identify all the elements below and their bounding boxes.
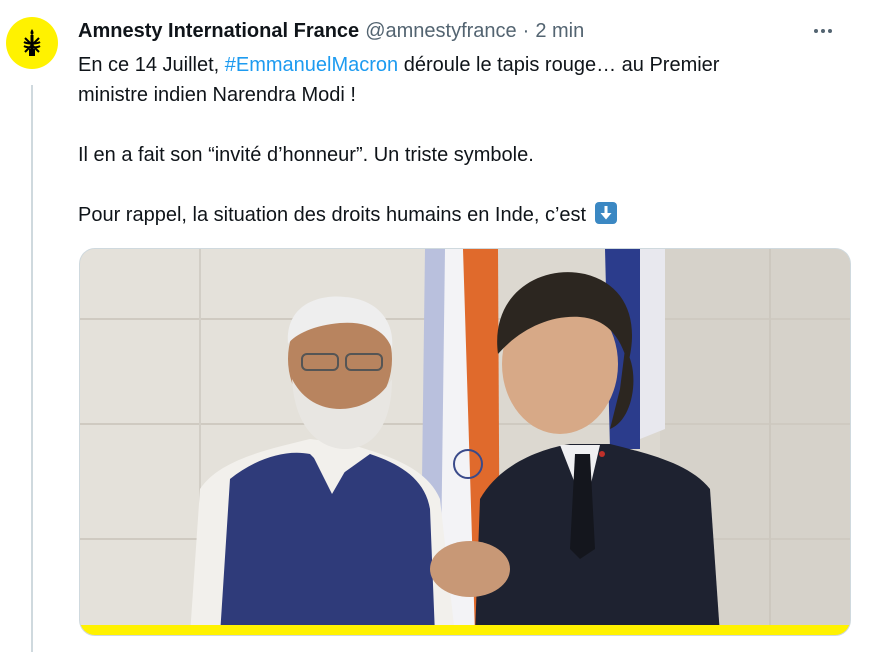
avatar[interactable]: [6, 17, 58, 69]
user-handle[interactable]: @amnestyfrance: [365, 20, 516, 43]
down-arrow-emoji-icon: [594, 202, 617, 224]
timestamp[interactable]: 2 min: [535, 20, 584, 43]
more-options-button[interactable]: [806, 16, 840, 46]
more-options-icon: [828, 29, 832, 33]
thread-connector-line: [31, 85, 33, 652]
tweet-text-part1: En ce 14 Juillet,: [78, 54, 225, 76]
tweet-photo[interactable]: [79, 248, 851, 636]
more-options-icon: [814, 29, 818, 33]
more-options-icon: [821, 29, 825, 33]
tweet-text: En ce 14 Juillet, #EmmanuelMacron déroul…: [78, 50, 848, 230]
separator-dot: ·: [522, 19, 530, 42]
display-name[interactable]: Amnesty International France: [78, 20, 359, 43]
tweet-header: Amnesty International France @amnestyfra…: [78, 18, 848, 44]
hashtag-link[interactable]: #EmmanuelMacron: [225, 54, 398, 76]
photo-modi-macron: [80, 249, 850, 635]
tweet-text-part2: déroule le tapis rouge… au Premier minis…: [78, 54, 720, 226]
amnesty-candle-logo-icon: [23, 29, 41, 56]
